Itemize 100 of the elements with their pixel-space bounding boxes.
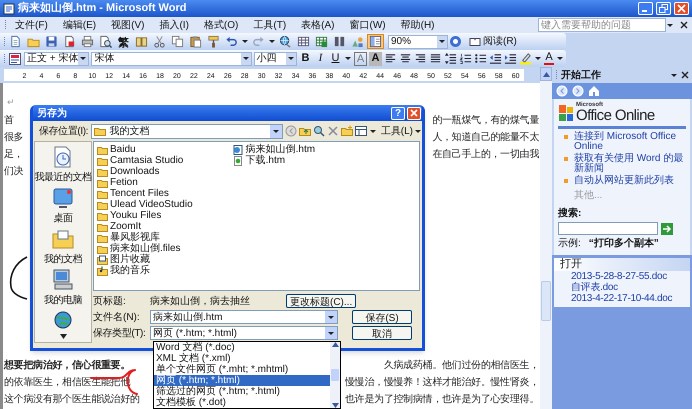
- align-center-icon[interactable]: [399, 52, 412, 65]
- italic-button[interactable]: I: [314, 52, 327, 66]
- menu-item[interactable]: 编辑(E): [60, 18, 98, 32]
- tools-menu[interactable]: 工具(L): [380, 124, 422, 138]
- file-type-option[interactable]: 网页 (*.htm; *.html): [154, 375, 330, 386]
- scroll-thumb[interactable]: [541, 281, 551, 321]
- restore-button[interactable]: [656, 2, 671, 15]
- home-icon[interactable]: [588, 85, 600, 97]
- web-search-icon[interactable]: [312, 125, 325, 137]
- recent-file-link[interactable]: 2013-5-28-8-27-55.doc: [554, 271, 690, 282]
- file-item[interactable]: Youku Files: [97, 210, 193, 221]
- close-button[interactable]: [674, 2, 689, 15]
- decrease-indent-icon[interactable]: [489, 52, 502, 65]
- views-icon[interactable]: [354, 125, 367, 137]
- caret-icon: [241, 38, 249, 45]
- close-button[interactable]: [407, 106, 421, 120]
- menu-item[interactable]: 表格(A): [299, 18, 336, 32]
- open-book-icon: [469, 36, 481, 46]
- forward-icon[interactable]: [572, 85, 584, 97]
- justify-icon[interactable]: [429, 52, 442, 65]
- align-left-icon[interactable]: [384, 52, 397, 65]
- file-item[interactable]: ZoomIt: [97, 221, 193, 232]
- line-spacing-icon[interactable]: [444, 52, 457, 65]
- highlighter-icon[interactable]: [519, 52, 532, 65]
- file-item[interactable]: 病来如山倒.htm: [232, 144, 316, 155]
- file-item[interactable]: Ulead VideoStudio: [97, 199, 193, 210]
- zoom-dropdown[interactable]: 90%: [388, 34, 448, 48]
- close-icon[interactable]: [681, 71, 689, 79]
- menu-item[interactable]: 插入(I): [157, 18, 191, 32]
- file-type-option[interactable]: 单个文件网页 (*.mht; *.mhtml): [154, 364, 330, 375]
- menu-item[interactable]: 文件(F): [13, 18, 50, 32]
- font-size-dropdown[interactable]: 小四: [254, 52, 297, 66]
- styles-icon[interactable]: [8, 52, 22, 66]
- link[interactable]: 连接到 Microsoft Office Online: [574, 132, 686, 152]
- file-type-dropdown[interactable]: 网页 (*.htm; *.html): [150, 326, 338, 340]
- my-computer-place[interactable]: 我的电脑: [44, 268, 82, 308]
- traditional-chinese-button[interactable]: 繁: [115, 34, 132, 49]
- file-item[interactable]: 我的音乐: [97, 265, 193, 276]
- scroll-up-button[interactable]: [540, 67, 552, 81]
- save-button[interactable]: 保存(S): [352, 310, 412, 324]
- help-icon[interactable]: [449, 35, 462, 48]
- bold-button[interactable]: B: [299, 52, 312, 66]
- scroll-down-icon[interactable]: [332, 403, 338, 408]
- file-type-option[interactable]: Word 文档 (*.doc): [154, 342, 330, 353]
- link[interactable]: 获取有关使用 Word 的最新新闻: [574, 154, 686, 174]
- file-type-option[interactable]: 筛选过的网页 (*.htm; *.html): [154, 386, 330, 397]
- file-item[interactable]: 病来如山倒.files: [97, 243, 193, 254]
- table-button[interactable]: [295, 34, 312, 49]
- desktop-place[interactable]: 桌面: [51, 186, 75, 226]
- file-item[interactable]: Camtasia Studio: [97, 155, 193, 166]
- recent-file-link[interactable]: 自评表.doc: [554, 282, 690, 293]
- menu-item[interactable]: 格式(O): [202, 18, 240, 32]
- file-item[interactable]: Baidu: [97, 144, 193, 155]
- recent-file-link[interactable]: 2013-4-22-17-10-44.doc: [554, 293, 690, 304]
- close-icon[interactable]: [680, 21, 688, 29]
- shading-button[interactable]: A: [369, 52, 382, 66]
- location-dropdown[interactable]: 我的文档: [91, 124, 283, 138]
- font-dropdown[interactable]: 宋体: [91, 52, 252, 66]
- menu-item[interactable]: 视图(V): [109, 18, 146, 32]
- cancel-button[interactable]: 取消: [352, 326, 412, 340]
- recent-documents-place[interactable]: 我最近的文档: [34, 145, 92, 185]
- menu-item[interactable]: 窗口(W): [348, 18, 388, 32]
- file-item[interactable]: 暴风影视库: [97, 232, 193, 243]
- file-type-option[interactable]: 文档模板 (*.dot): [154, 397, 330, 408]
- file-item[interactable]: Fetion: [97, 177, 193, 188]
- increase-indent-icon[interactable]: [504, 52, 517, 65]
- underline-button[interactable]: U: [329, 52, 342, 66]
- copy-button[interactable]: [169, 34, 186, 49]
- help-button[interactable]: ?: [391, 106, 405, 120]
- scroll-up-icon[interactable]: [332, 342, 338, 347]
- delete-icon[interactable]: [326, 125, 339, 137]
- file-item[interactable]: Tencent Files: [97, 188, 193, 199]
- menu-item[interactable]: 工具(T): [251, 18, 288, 32]
- font-color-button[interactable]: A: [544, 52, 554, 66]
- link[interactable]: 自动从网站更新此列表: [574, 176, 674, 186]
- numbered-list-icon[interactable]: [459, 52, 472, 65]
- read-button[interactable]: 阅读(R): [467, 34, 519, 49]
- file-name-field[interactable]: 病来如山倒.htm: [150, 310, 338, 324]
- file-type-option[interactable]: XML 文档 (*.xml): [154, 353, 330, 364]
- go-arrow-icon[interactable]: [661, 222, 673, 234]
- help-search-field[interactable]: 键入需要帮助的问题: [538, 18, 666, 32]
- scroll-thumb[interactable]: [331, 369, 339, 381]
- bulleted-list-icon[interactable]: [474, 52, 487, 65]
- change-title-button[interactable]: 更改标题(C)...: [286, 294, 356, 308]
- menu-item[interactable]: 帮助(H): [398, 18, 436, 32]
- my-documents-place[interactable]: 我的文档: [44, 227, 82, 267]
- file-item[interactable]: 下载.htm: [232, 155, 316, 166]
- file-item[interactable]: Downloads: [97, 166, 193, 177]
- style-dropdown[interactable]: 正文 + 宋体: [24, 52, 90, 66]
- minimize-button[interactable]: [638, 2, 653, 15]
- document-map-button[interactable]: [367, 34, 384, 49]
- align-right-icon[interactable]: [414, 52, 427, 65]
- caret-icon[interactable]: [670, 72, 678, 78]
- printer-button[interactable]: [79, 34, 96, 49]
- up-folder-icon[interactable]: [298, 125, 311, 137]
- search-field[interactable]: [558, 222, 658, 235]
- close-icon: [677, 4, 686, 13]
- scroll-down-icon[interactable]: [60, 334, 66, 339]
- spreadsheet-button[interactable]: [313, 34, 330, 49]
- file-item[interactable]: 图片收藏: [97, 254, 193, 265]
